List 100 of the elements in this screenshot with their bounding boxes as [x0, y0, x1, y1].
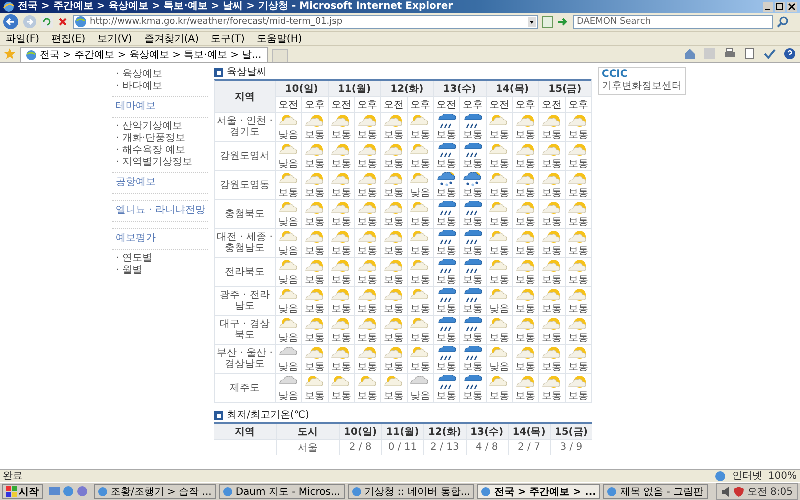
- sun-cloud-icon: [331, 230, 352, 244]
- browser-tab[interactable]: 전국 > 주간예보 > 육상예보 > 특보·예보 > 날...: [20, 47, 268, 62]
- menu-item[interactable]: 보기(V): [98, 32, 132, 46]
- logo-banner[interactable]: CCIC 기후변화정보센터: [598, 67, 686, 95]
- menu-item[interactable]: 파일(F): [6, 32, 40, 46]
- star-icon[interactable]: [4, 48, 16, 60]
- table-cell: 보통: [568, 390, 588, 402]
- sidebar-link[interactable]: · 월별: [112, 265, 208, 277]
- address-field[interactable]: http://www.kma.go.kr/weather/forecast/mid-term_01.jsp: [73, 15, 538, 29]
- zoom-control[interactable]: 100%: [768, 470, 797, 482]
- taskbar-button[interactable]: 전국 > 주간예보 > ...: [477, 484, 600, 499]
- table-cell: 보통: [358, 390, 378, 402]
- checkmark-icon[interactable]: [764, 48, 776, 60]
- cloud-sun-icon: [410, 346, 430, 360]
- sidebar-heading[interactable]: 엘니뇨 · 라니냐전망: [112, 200, 208, 222]
- table-header: 15(금): [550, 424, 592, 439]
- table-cell: 보통: [304, 362, 325, 372]
- menu-item[interactable]: 즐겨찾기(A): [144, 32, 199, 46]
- table-cell: 보통: [568, 362, 588, 372]
- table-cell: 낮음: [278, 390, 299, 402]
- cloud-sun-icon: [489, 374, 510, 390]
- table-cell: 보통: [384, 130, 404, 140]
- menu-item[interactable]: 도구(T): [211, 32, 245, 46]
- table-cell: 보통: [568, 188, 588, 198]
- table-cell: 보통: [410, 332, 430, 344]
- table-cell: 보통: [542, 362, 562, 372]
- taskbar-button[interactable]: 기상청 :: 네이버 통합...: [348, 484, 474, 499]
- sun-cloud-icon: [358, 346, 378, 360]
- zone-label: 인터넷: [732, 470, 762, 483]
- table-header: 14(목): [508, 424, 550, 439]
- cloud-sun-icon: [278, 230, 299, 244]
- sidebar-link[interactable]: · 지역별기상정보: [112, 157, 208, 169]
- desktop-icon[interactable]: [49, 486, 60, 497]
- menu-item[interactable]: 도움말(H): [256, 32, 302, 46]
- table-cell: 보통: [516, 158, 536, 170]
- sidebar-link[interactable]: · 연도별: [112, 253, 208, 265]
- sun-cloud-icon: [542, 142, 562, 158]
- refresh-icon[interactable]: [41, 16, 53, 28]
- table-header: 오전: [434, 97, 460, 112]
- help-icon[interactable]: [784, 48, 796, 60]
- minimize-icon[interactable]: [763, 2, 773, 12]
- start-button[interactable]: 시작: [2, 484, 43, 499]
- sun-cloud-icon: [516, 200, 536, 216]
- sidebar-link[interactable]: · 바다예보: [112, 81, 208, 93]
- sun-cloud-icon: [516, 374, 536, 390]
- sun-cloud-icon: [384, 172, 404, 186]
- close-icon[interactable]: [787, 2, 797, 12]
- sun-cloud-icon: [568, 200, 588, 216]
- table-cell: 보통: [384, 188, 404, 198]
- taskbar-button[interactable]: 제목 없음 - 그림판: [603, 484, 708, 499]
- table-cell: 보통: [489, 130, 510, 140]
- search-field[interactable]: DAEMON Search: [573, 15, 773, 29]
- back-icon[interactable]: [3, 14, 19, 30]
- table-cell: 보통: [462, 246, 483, 256]
- sidebar-link[interactable]: · 개화·단풍정보: [112, 133, 208, 145]
- table-cell: 보통: [384, 274, 404, 286]
- table-cell: 보통: [358, 216, 378, 228]
- sidebar-link[interactable]: · 해수욕장 예보: [112, 145, 208, 157]
- table-header: 오전: [276, 97, 302, 112]
- maximize-icon[interactable]: [775, 2, 785, 12]
- go-arrow-icon[interactable]: [557, 16, 569, 28]
- speaker-icon[interactable]: [721, 486, 732, 496]
- sidebar-heading[interactable]: 예보평가: [112, 228, 208, 250]
- table-header: 12(화): [381, 81, 433, 96]
- taskbar-button[interactable]: Daum 지도 - Micros...: [218, 484, 345, 499]
- menu-item[interactable]: 편집(E): [52, 32, 86, 46]
- table-cell: 보통: [436, 246, 457, 256]
- sidebar-heading[interactable]: 공항예보: [112, 172, 208, 194]
- sun-cloud-icon: [384, 200, 404, 216]
- taskbar-button[interactable]: 조황/조행기 > 습작 ...: [94, 484, 216, 499]
- table-cell: 보통: [410, 130, 430, 140]
- sidebar-heading[interactable]: 테마예보: [112, 96, 208, 118]
- sun-cloud-icon: [304, 316, 325, 332]
- table-cell: 낮음: [410, 390, 430, 402]
- stop-icon[interactable]: [57, 16, 69, 28]
- table-cell: 보통: [384, 390, 404, 402]
- shield-icon[interactable]: [734, 486, 744, 496]
- table-cell: 보통: [542, 246, 562, 256]
- table-header: 지역: [214, 424, 276, 439]
- sun-cloud-icon: [384, 288, 404, 302]
- home-icon[interactable]: [684, 48, 696, 60]
- sidebar-link[interactable]: · 육상예보: [112, 69, 208, 81]
- sun-cloud-icon: [516, 142, 536, 158]
- sidebar-link[interactable]: · 산악기상예보: [112, 121, 208, 133]
- table-cell: 보통: [410, 304, 430, 314]
- rain-cloud-icon: [462, 288, 483, 302]
- table-cell: 보통: [436, 332, 457, 344]
- table-cell: 보통: [384, 246, 404, 256]
- page-icon[interactable]: [542, 16, 553, 28]
- sun-cloud-icon: [568, 142, 588, 158]
- printer-icon[interactable]: [724, 48, 736, 60]
- dropdown-icon[interactable]: [528, 17, 536, 27]
- sun-cloud-icon: [304, 172, 325, 186]
- sun-cloud-icon: [568, 114, 588, 128]
- search-icon[interactable]: [777, 16, 789, 28]
- cloud-sun-icon: [489, 200, 510, 216]
- document-icon[interactable]: [744, 48, 756, 60]
- table-cell: 낮음: [278, 362, 299, 372]
- region-cell: 강원도영서: [215, 142, 275, 170]
- table-cell: 보통: [410, 362, 430, 372]
